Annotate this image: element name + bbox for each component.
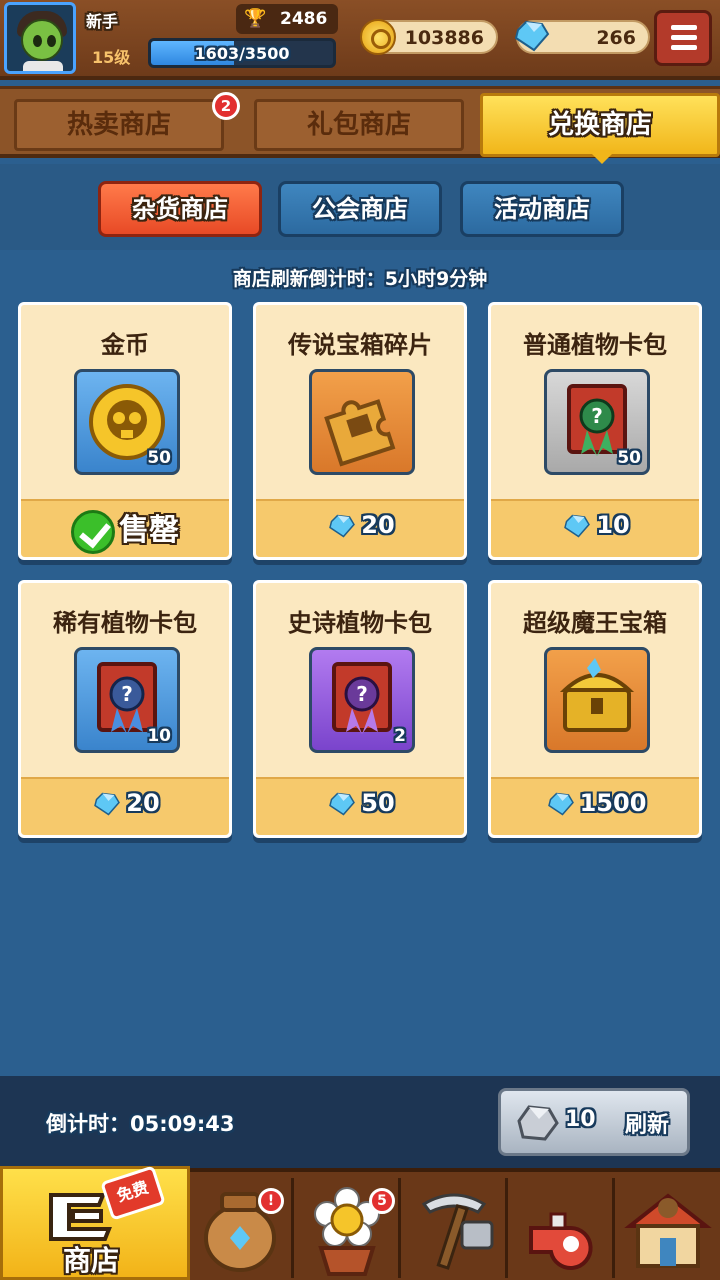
trophy-value: 2486 xyxy=(280,9,328,29)
sub-tabs: 杂货商店 公会商店 活动商店 xyxy=(0,164,720,250)
stone-icon xyxy=(517,1105,559,1141)
avatar[interactable] xyxy=(4,2,76,74)
gem-icon xyxy=(94,792,121,816)
house-icon xyxy=(624,1193,712,1268)
menu-button[interactable] xyxy=(654,10,712,66)
item-card-common-pack[interactable]: 普通植物卡包 ? 50 10 xyxy=(488,302,702,560)
refresh-panel: 倒计时：05:09:43 10 刷新 xyxy=(0,1076,720,1168)
whistle-icon xyxy=(529,1212,593,1270)
item-price-area[interactable]: 1500 xyxy=(491,777,699,835)
coin-icon xyxy=(360,19,396,55)
item-title: 超级魔王宝箱 xyxy=(523,609,667,637)
item-price: 1500 xyxy=(579,789,647,817)
item-card-epic-pack[interactable]: 史诗植物卡包 ? 2 50 xyxy=(253,580,467,838)
check-icon xyxy=(71,509,115,554)
card-pack-purple-icon: ? 2 xyxy=(309,647,415,753)
golden-chest-icon xyxy=(544,647,650,753)
pickaxe-icon xyxy=(421,1193,494,1270)
item-card-legend-chest-shard[interactable]: 传说宝箱碎片 20 xyxy=(253,302,467,560)
puzzle-chest-icon xyxy=(309,369,415,475)
gem-value: 266 xyxy=(596,27,636,49)
item-price: 20 xyxy=(361,511,395,539)
item-price-area: 售罄 xyxy=(21,499,229,557)
svg-text:?: ? xyxy=(356,682,368,706)
coin-value: 103886 xyxy=(404,27,484,49)
shop-tabs: 热卖商店 礼包商店 兑换商店 xyxy=(0,86,720,158)
item-card-rare-pack[interactable]: 稀有植物卡包 ? 10 20 xyxy=(18,580,232,838)
item-price-area[interactable]: 20 xyxy=(21,777,229,835)
item-quantity: 10 xyxy=(147,726,171,746)
item-card-coins[interactable]: 金币 50 售罄 xyxy=(18,302,232,560)
item-title: 传说宝箱碎片 xyxy=(288,331,432,359)
gem-icon xyxy=(329,792,356,816)
xp-text: 1603/3500 xyxy=(194,44,290,63)
gem-icon xyxy=(329,514,356,538)
tab-exchange-shop[interactable]: 兑换商店 xyxy=(480,93,720,157)
svg-text:?: ? xyxy=(121,682,133,706)
nav-flower[interactable]: 5 xyxy=(297,1178,401,1278)
item-title: 金币 xyxy=(101,331,149,359)
item-title: 普通植物卡包 xyxy=(523,331,667,359)
tab-hot-shop[interactable]: 热卖商店 xyxy=(14,99,224,151)
countdown-timer: 倒计时：05:09:43 xyxy=(46,1112,235,1136)
nav-shop[interactable]: 免费 商店 xyxy=(0,1165,190,1280)
trophy-icon: 🏆 xyxy=(244,8,267,29)
card-pack-blue-icon: ? 10 xyxy=(74,647,180,753)
item-quantity: 2 xyxy=(394,726,406,746)
nav-vase[interactable]: ! xyxy=(190,1178,294,1278)
gem-icon xyxy=(514,20,550,52)
refresh-button[interactable]: 10 刷新 xyxy=(498,1088,690,1156)
item-price: 20 xyxy=(126,789,160,817)
nav-whistle[interactable] xyxy=(511,1178,615,1278)
xp-bar: 1603/3500 xyxy=(148,38,336,68)
skull-coin-icon: 50 xyxy=(74,369,180,475)
item-title: 稀有植物卡包 xyxy=(53,609,197,637)
item-price: 10 xyxy=(596,511,630,539)
tab-badge: 2 xyxy=(212,92,240,120)
item-quantity: 50 xyxy=(147,448,171,468)
nav-badge: ! xyxy=(258,1188,284,1214)
player-level: 15级 xyxy=(92,48,131,67)
gem-icon xyxy=(547,792,574,816)
tab-pointer xyxy=(588,150,616,164)
nav-tools[interactable] xyxy=(404,1178,508,1278)
free-tag: 免费 xyxy=(100,1165,166,1221)
gem-counter[interactable]: 266 xyxy=(514,20,650,54)
item-title: 史诗植物卡包 xyxy=(288,609,432,637)
item-price-area[interactable]: 20 xyxy=(256,499,464,557)
item-card-super-boss-chest[interactable]: 超级魔王宝箱 1500 xyxy=(488,580,702,838)
subtab-guild-store[interactable]: 公会商店 xyxy=(278,181,442,237)
nav-house[interactable] xyxy=(618,1178,720,1278)
trophy-counter: 🏆 2486 xyxy=(236,4,338,34)
coin-counter[interactable]: 103886 xyxy=(360,19,498,55)
nav-badge: 5 xyxy=(369,1188,395,1214)
gem-icon xyxy=(564,514,591,538)
shop-refresh-countdown: 商店刷新倒计时：5小时9分钟 xyxy=(232,268,488,290)
top-bar: 新手 15级 1603/3500 🏆 2486 103886 266 xyxy=(0,0,720,80)
subtab-event-store[interactable]: 活动商店 xyxy=(460,181,624,237)
player-name: 新手 xyxy=(86,12,119,31)
tab-gift-shop[interactable]: 礼包商店 xyxy=(254,99,464,151)
item-price-area[interactable]: 10 xyxy=(491,499,699,557)
svg-text:?: ? xyxy=(591,404,603,428)
item-quantity: 50 xyxy=(617,448,641,468)
item-price: 50 xyxy=(361,789,395,817)
card-pack-green-icon: ? 50 xyxy=(544,369,650,475)
nav-shop-label: 商店 xyxy=(63,1244,120,1277)
sold-out-label: 售罄 xyxy=(21,505,229,554)
item-price-area[interactable]: 50 xyxy=(256,777,464,835)
refresh-cost: 10 xyxy=(565,1107,596,1132)
refresh-label: 刷新 xyxy=(625,1113,670,1138)
subtab-general-store[interactable]: 杂货商店 xyxy=(98,181,262,237)
